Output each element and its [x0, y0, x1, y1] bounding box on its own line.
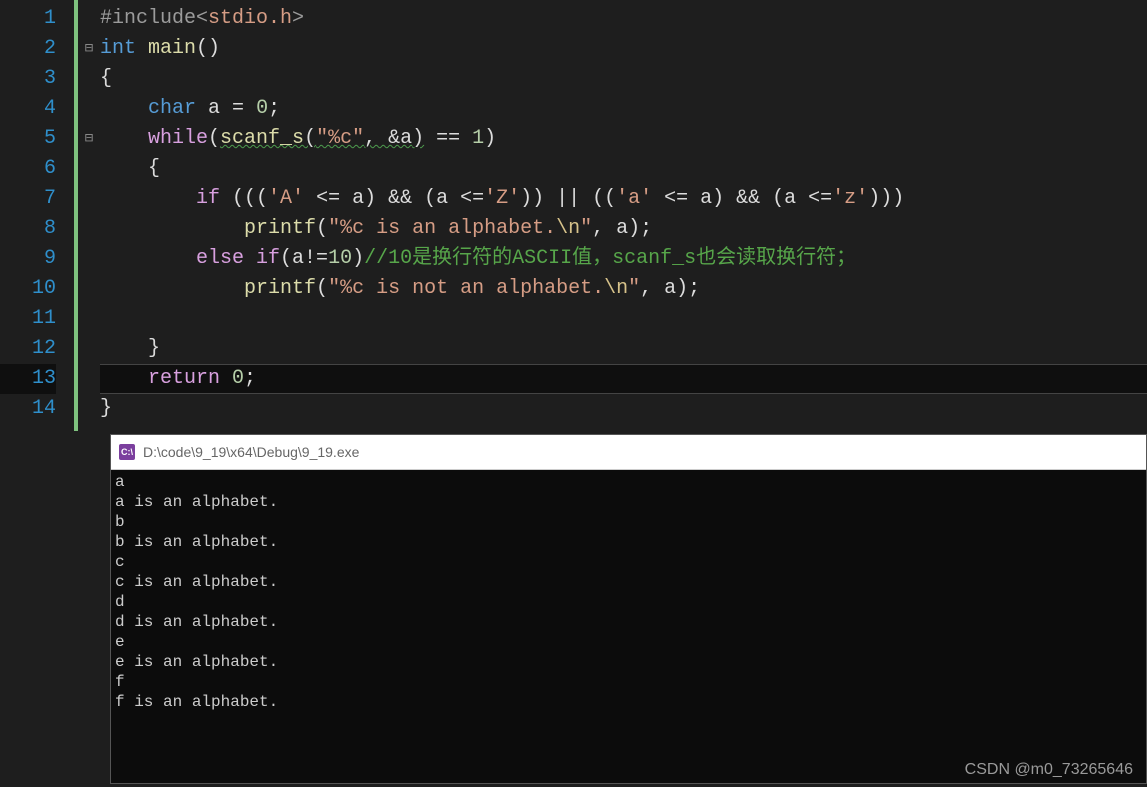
code-line-4[interactable]: char a = 0; [100, 94, 1147, 124]
code-editor[interactable]: 1 2 3 4 5 6 7 8 9 10 11 12 13 14 ⊟ ⊟ #in… [0, 0, 1147, 431]
console-app-icon: C:\ [119, 444, 135, 460]
line-number: 14 [0, 394, 56, 424]
code-text-area[interactable]: ⊟ ⊟ #include<stdio.h> int main() { char … [78, 0, 1147, 431]
fold-spacer [78, 94, 100, 124]
watermark-text: CSDN @m0_73265646 [965, 761, 1133, 779]
code-lines: #include<stdio.h> int main() { char a = … [100, 4, 1147, 424]
code-line-2[interactable]: int main() [100, 34, 1147, 64]
fold-column: ⊟ ⊟ [78, 4, 100, 154]
line-number-gutter: 1 2 3 4 5 6 7 8 9 10 11 12 13 14 [0, 0, 78, 431]
console-title-text: D:\code\9_19\x64\Debug\9_19.exe [143, 444, 359, 460]
fold-spacer [78, 64, 100, 94]
console-window[interactable]: C:\ D:\code\9_19\x64\Debug\9_19.exe a a … [110, 434, 1147, 784]
code-line-6[interactable]: { [100, 154, 1147, 184]
code-line-10[interactable]: printf("%c is not an alphabet.\n", a); [100, 274, 1147, 304]
line-number: 11 [0, 304, 56, 334]
line-number: 8 [0, 214, 56, 244]
code-line-7[interactable]: if ((('A' <= a) && (a <='Z')) || (('a' <… [100, 184, 1147, 214]
line-number: 12 [0, 334, 56, 364]
line-number: 10 [0, 274, 56, 304]
code-line-5[interactable]: while(scanf_s("%c", &a) == 1) [100, 124, 1147, 154]
line-number: 13 [0, 364, 56, 394]
line-number: 3 [0, 64, 56, 94]
line-number: 6 [0, 154, 56, 184]
line-number: 1 [0, 4, 56, 34]
line-number: 4 [0, 94, 56, 124]
code-line-3[interactable]: { [100, 64, 1147, 94]
line-number: 5 [0, 124, 56, 154]
code-line-13[interactable]: return 0; [100, 364, 1147, 394]
code-line-9[interactable]: else if(a!=10)//10是换行符的ASCII值，scanf_s也会读… [100, 244, 1147, 274]
console-output[interactable]: a a is an alphabet. b b is an alphabet. … [111, 470, 1146, 714]
line-number: 2 [0, 34, 56, 64]
fold-collapse-icon[interactable]: ⊟ [78, 34, 100, 64]
code-line-12[interactable]: } [100, 334, 1147, 364]
console-titlebar[interactable]: C:\ D:\code\9_19\x64\Debug\9_19.exe [111, 435, 1146, 470]
code-line-11[interactable] [100, 304, 1147, 334]
fold-spacer [78, 4, 100, 34]
code-line-8[interactable]: printf("%c is an alphabet.\n", a); [100, 214, 1147, 244]
line-number: 7 [0, 184, 56, 214]
code-line-14[interactable]: } [100, 394, 1147, 424]
fold-collapse-icon[interactable]: ⊟ [78, 124, 100, 154]
code-line-1[interactable]: #include<stdio.h> [100, 4, 1147, 34]
line-number: 9 [0, 244, 56, 274]
